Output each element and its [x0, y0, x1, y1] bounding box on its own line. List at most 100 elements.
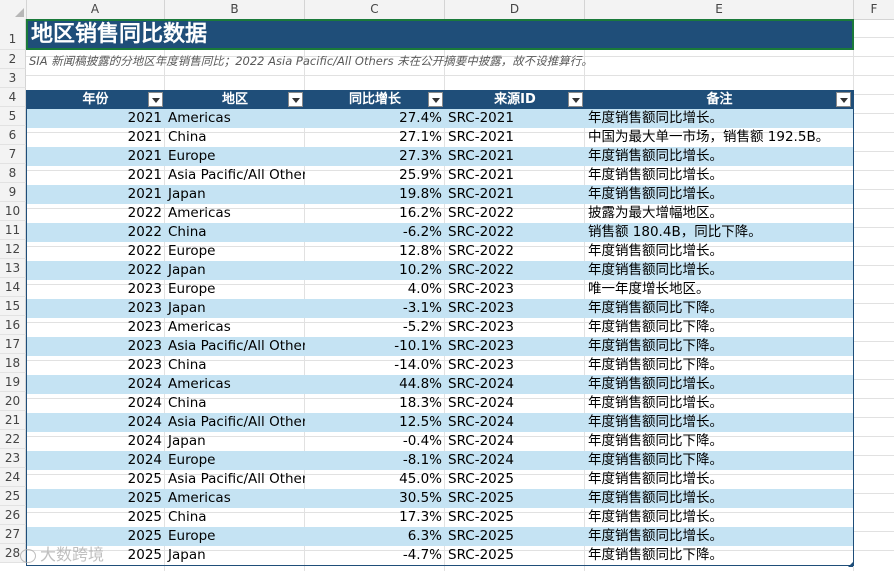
filter-dropdown-note[interactable] — [836, 92, 851, 107]
year-cell[interactable]: 2024 — [26, 413, 165, 432]
select-all-corner[interactable] — [0, 0, 27, 19]
note-cell[interactable]: 年度销售额同比下降。 — [585, 337, 854, 356]
row-header[interactable]: 11 — [0, 221, 26, 240]
source-id-cell[interactable]: SRC-2025 — [445, 470, 585, 489]
year-cell[interactable]: 2021 — [26, 185, 165, 204]
note-cell[interactable]: 年度销售额同比增长。 — [585, 508, 854, 527]
source-id-cell[interactable]: SRC-2024 — [445, 432, 585, 451]
year-cell[interactable]: 2023 — [26, 280, 165, 299]
growth-cell[interactable]: 18.3% — [305, 394, 445, 413]
row-header[interactable]: 14 — [0, 278, 26, 297]
column-header-e[interactable]: E — [585, 0, 854, 19]
region-cell[interactable]: Americas — [165, 109, 305, 128]
row-header[interactable]: 1 — [0, 19, 26, 50]
growth-cell[interactable]: 27.4% — [305, 109, 445, 128]
note-cell[interactable]: 年度销售额同比增长。 — [585, 375, 854, 394]
column-header-c[interactable]: C — [305, 0, 445, 19]
row-header[interactable]: 18 — [0, 354, 26, 373]
row-header[interactable]: 22 — [0, 430, 26, 449]
row-header[interactable]: 24 — [0, 468, 26, 487]
note-cell[interactable]: 年度销售额同比增长。 — [585, 185, 854, 204]
growth-cell[interactable]: 44.8% — [305, 375, 445, 394]
source-id-cell[interactable]: SRC-2025 — [445, 508, 585, 527]
row-header[interactable]: 10 — [0, 202, 26, 221]
region-cell[interactable]: Japan — [165, 546, 305, 565]
note-cell[interactable]: 年度销售额同比增长。 — [585, 242, 854, 261]
row-header[interactable]: 3 — [0, 69, 26, 88]
filter-dropdown-region[interactable] — [288, 92, 303, 107]
source-id-cell[interactable]: SRC-2024 — [445, 413, 585, 432]
column-header-a[interactable]: A — [26, 0, 165, 19]
year-cell[interactable]: 2024 — [26, 375, 165, 394]
note-cell[interactable]: 年度销售额同比增长。 — [585, 147, 854, 166]
row-header[interactable]: 5 — [0, 107, 26, 126]
row-header[interactable]: 20 — [0, 392, 26, 411]
note-cell[interactable]: 年度销售额同比下降。 — [585, 451, 854, 470]
source-id-cell[interactable]: SRC-2025 — [445, 527, 585, 546]
row-header[interactable]: 2 — [0, 50, 26, 69]
row-header[interactable]: 26 — [0, 506, 26, 525]
note-cell[interactable]: 中国为最大单一市场，销售额 192.5B。 — [585, 128, 854, 147]
year-cell[interactable]: 2021 — [26, 128, 165, 147]
column-header-d[interactable]: D — [445, 0, 585, 19]
source-id-cell[interactable]: SRC-2021 — [445, 128, 585, 147]
note-cell[interactable]: 年度销售额同比下降。 — [585, 299, 854, 318]
growth-cell[interactable]: 19.8% — [305, 185, 445, 204]
growth-cell[interactable]: -5.2% — [305, 318, 445, 337]
year-cell[interactable]: 2022 — [26, 261, 165, 280]
row-header[interactable]: 17 — [0, 335, 26, 354]
note-cell[interactable]: 年度销售额同比增长。 — [585, 394, 854, 413]
table-resize-handle[interactable] — [848, 562, 853, 567]
year-cell[interactable]: 2024 — [26, 394, 165, 413]
growth-cell[interactable]: -4.7% — [305, 546, 445, 565]
source-id-cell[interactable]: SRC-2023 — [445, 356, 585, 375]
column-header-f[interactable]: F — [854, 0, 894, 19]
row-header[interactable]: 4 — [0, 88, 26, 107]
row-header[interactable]: 12 — [0, 240, 26, 259]
year-cell[interactable]: 2023 — [26, 318, 165, 337]
year-cell[interactable]: 2022 — [26, 223, 165, 242]
note-cell[interactable]: 年度销售额同比下降。 — [585, 356, 854, 375]
note-cell[interactable]: 年度销售额同比增长。 — [585, 109, 854, 128]
region-cell[interactable]: Americas — [165, 318, 305, 337]
source-id-cell[interactable]: SRC-2022 — [445, 204, 585, 223]
region-cell[interactable]: China — [165, 394, 305, 413]
year-cell[interactable]: 2023 — [26, 299, 165, 318]
region-cell[interactable]: China — [165, 223, 305, 242]
region-cell[interactable]: Europe — [165, 280, 305, 299]
region-cell[interactable]: Asia Pacific/All Others — [165, 337, 305, 356]
note-cell[interactable]: 年度销售额同比增长。 — [585, 470, 854, 489]
year-cell[interactable]: 2022 — [26, 242, 165, 261]
row-header[interactable]: 6 — [0, 126, 26, 145]
header-note[interactable]: 备注 — [585, 90, 854, 109]
year-cell[interactable]: 2021 — [26, 166, 165, 185]
region-cell[interactable]: Europe — [165, 147, 305, 166]
region-cell[interactable]: Europe — [165, 527, 305, 546]
growth-cell[interactable]: -3.1% — [305, 299, 445, 318]
region-cell[interactable]: China — [165, 128, 305, 147]
source-id-cell[interactable]: SRC-2021 — [445, 166, 585, 185]
note-cell[interactable]: 年度销售额同比增长。 — [585, 527, 854, 546]
growth-cell[interactable]: 27.1% — [305, 128, 445, 147]
header-year[interactable]: 年份 — [26, 90, 165, 109]
note-cell[interactable]: 唯一年度增长地区。 — [585, 280, 854, 299]
row-header[interactable]: 7 — [0, 145, 26, 164]
region-cell[interactable]: Asia Pacific/All Others — [165, 166, 305, 185]
growth-cell[interactable]: -14.0% — [305, 356, 445, 375]
year-cell[interactable]: 2021 — [26, 109, 165, 128]
year-cell[interactable]: 2021 — [26, 147, 165, 166]
row-header[interactable]: 16 — [0, 316, 26, 335]
source-id-cell[interactable]: SRC-2023 — [445, 318, 585, 337]
row-header[interactable]: 25 — [0, 487, 26, 506]
note-cell[interactable]: 销售额 180.4B，同比下降。 — [585, 223, 854, 242]
region-cell[interactable]: Europe — [165, 451, 305, 470]
year-cell[interactable]: 2023 — [26, 356, 165, 375]
region-cell[interactable]: Europe — [165, 242, 305, 261]
filter-dropdown-growth[interactable] — [428, 92, 443, 107]
growth-cell[interactable]: -6.2% — [305, 223, 445, 242]
year-cell[interactable]: 2024 — [26, 451, 165, 470]
column-header-b[interactable]: B — [165, 0, 305, 19]
year-cell[interactable]: 2023 — [26, 337, 165, 356]
region-cell[interactable]: Japan — [165, 299, 305, 318]
header-source-id[interactable]: 来源ID — [445, 90, 585, 109]
